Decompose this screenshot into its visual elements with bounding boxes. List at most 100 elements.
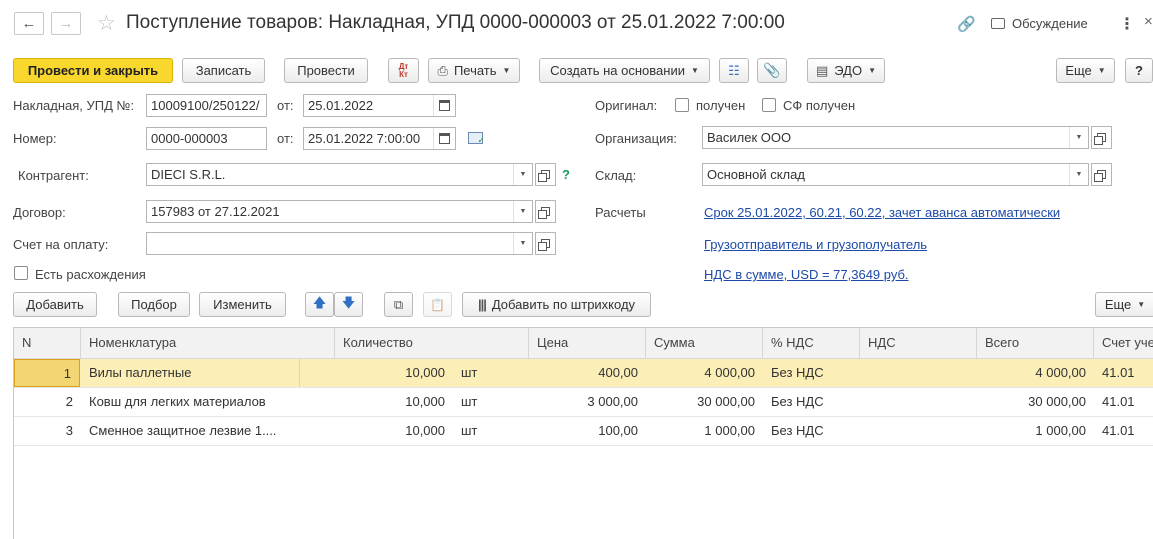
cell-total[interactable]: 1 000,00 xyxy=(977,417,1094,445)
create-based-on-button[interactable]: Создать на основании ▼ xyxy=(539,58,710,83)
shipper-consignee-link[interactable]: Грузоотправитель и грузополучатель xyxy=(704,237,927,252)
warehouse-open-button[interactable] xyxy=(1091,163,1112,186)
cell-n[interactable]: 2 xyxy=(14,388,81,416)
save-button[interactable]: Записать xyxy=(182,58,265,83)
column-header-nomenclature[interactable]: Номенклатура xyxy=(81,328,335,359)
cell-total[interactable]: 4 000,00 xyxy=(977,359,1094,387)
discussion-button[interactable]: Обсуждение xyxy=(991,16,1088,31)
chevron-down-icon[interactable]: ▼ xyxy=(513,233,532,254)
column-header-total[interactable]: Всего xyxy=(977,328,1094,359)
cell-unit[interactable]: шт xyxy=(453,388,529,416)
post-and-close-button[interactable]: Провести и закрыть xyxy=(13,58,173,83)
cell-sum[interactable]: 4 000,00 xyxy=(646,359,763,387)
column-header-vat-rate[interactable]: % НДС xyxy=(763,328,860,359)
attach-button[interactable]: 📎 xyxy=(757,58,787,83)
cell-account[interactable]: 41.01 xyxy=(1094,417,1153,445)
history-icon[interactable]: ✓ xyxy=(468,132,485,145)
cell-account[interactable]: 41.01 xyxy=(1094,359,1153,387)
contract-field[interactable]: 157983 от 27.12.2021 ▼ xyxy=(146,200,533,223)
move-up-button[interactable]: 🡅 xyxy=(305,292,334,317)
table-row[interactable]: 3 Сменное защитное лезвие 1.... 10,000 ш… xyxy=(14,417,1153,446)
number-date-field[interactable]: 25.01.2022 7:00:00 xyxy=(303,127,456,150)
paste-button[interactable]: 📋 xyxy=(423,292,452,317)
link-icon[interactable]: 🔗 xyxy=(957,15,976,33)
payment-invoice-open-button[interactable] xyxy=(535,232,556,255)
more-button[interactable]: Еще ▼ xyxy=(1056,58,1115,83)
contractor-open-button[interactable] xyxy=(535,163,556,186)
cell-account[interactable]: 41.01 xyxy=(1094,388,1153,416)
add-by-barcode-button[interactable]: ||| Добавить по штрихкоду xyxy=(462,292,651,317)
structure-button[interactable]: ☷ xyxy=(719,58,749,83)
sf-received-checkbox[interactable] xyxy=(762,98,776,112)
calendar-button[interactable] xyxy=(433,128,455,149)
discrepancy-checkbox[interactable] xyxy=(14,266,28,280)
post-button[interactable]: Провести xyxy=(284,58,368,83)
cell-vat-rate[interactable]: Без НДС xyxy=(763,388,860,416)
copy-button[interactable]: ⧉ xyxy=(384,292,413,317)
warehouse-field[interactable]: Основной склад ▼ xyxy=(702,163,1089,186)
close-icon[interactable]: × xyxy=(1144,13,1153,30)
cell-nomenclature[interactable]: Сменное защитное лезвие 1.... xyxy=(81,417,335,445)
cell-total[interactable]: 30 000,00 xyxy=(977,388,1094,416)
table-row[interactable]: 1 Вилы паллетные 10,000 шт 400,00 4 000,… xyxy=(14,359,1153,388)
cell-vat-rate[interactable]: Без НДС xyxy=(763,417,860,445)
cell-sum[interactable]: 1 000,00 xyxy=(646,417,763,445)
column-header-account[interactable]: Счет уче xyxy=(1094,328,1153,359)
cell-vat[interactable] xyxy=(860,388,977,416)
cell-quantity[interactable]: 10,000 xyxy=(335,359,453,387)
favorite-star-icon[interactable]: ☆ xyxy=(97,11,116,36)
column-header-quantity[interactable]: Количество xyxy=(335,328,529,359)
forward-button[interactable]: → xyxy=(51,12,81,35)
cell-vat[interactable] xyxy=(860,417,977,445)
cell-vat-rate[interactable]: Без НДС xyxy=(763,359,860,387)
chevron-down-icon[interactable]: ▼ xyxy=(513,164,532,185)
chevron-down-icon[interactable]: ▼ xyxy=(1069,164,1088,185)
number-field[interactable]: 0000-000003 xyxy=(146,127,267,150)
cell-unit[interactable]: шт xyxy=(453,417,529,445)
cell-unit[interactable]: шт xyxy=(453,359,529,387)
table-more-button[interactable]: Еще ▼ xyxy=(1095,292,1153,317)
contractor-help-icon[interactable]: ? xyxy=(562,167,570,182)
move-down-button[interactable]: 🡇 xyxy=(334,292,363,317)
original-received-checkbox[interactable] xyxy=(675,98,689,112)
cell-sum[interactable]: 30 000,00 xyxy=(646,388,763,416)
cell-price[interactable]: 400,00 xyxy=(529,359,646,387)
help-button[interactable]: ? xyxy=(1125,58,1153,83)
edo-button[interactable]: ▤ ЭДО ▼ xyxy=(807,58,885,83)
column-header-vat[interactable]: НДС xyxy=(860,328,977,359)
cell-price[interactable]: 100,00 xyxy=(529,417,646,445)
cell-price[interactable]: 3 000,00 xyxy=(529,388,646,416)
table-row[interactable]: 2 Ковш для легких материалов 10,000 шт 3… xyxy=(14,388,1153,417)
change-button[interactable]: Изменить xyxy=(199,292,286,317)
dt-kt-button[interactable]: Дт Кт xyxy=(388,58,419,83)
back-button[interactable]: ← xyxy=(14,12,44,35)
organization-open-button[interactable] xyxy=(1091,126,1112,149)
chevron-down-icon[interactable]: ▼ xyxy=(513,201,532,222)
cell-quantity[interactable]: 10,000 xyxy=(335,417,453,445)
cell-n[interactable]: 1 xyxy=(14,359,80,387)
chevron-down-icon[interactable]: ▼ xyxy=(1069,127,1088,148)
settlements-link[interactable]: Срок 25.01.2022, 60.21, 60.22, зачет ава… xyxy=(704,205,1060,220)
cell-nomenclature[interactable]: Ковш для легких материалов xyxy=(81,388,335,416)
payment-invoice-field[interactable]: ▼ xyxy=(146,232,533,255)
cell-characteristic[interactable] xyxy=(299,359,335,387)
calendar-button[interactable] xyxy=(433,95,455,116)
print-button[interactable]: ⎙ Печать ▼ xyxy=(428,58,520,83)
cell-nomenclature[interactable]: Вилы паллетные xyxy=(81,359,299,387)
column-header-sum[interactable]: Сумма xyxy=(646,328,763,359)
more-menu-icon[interactable]: ⋮ xyxy=(1119,14,1135,34)
column-header-n[interactable]: N xyxy=(14,328,81,359)
organization-field[interactable]: Василек ООО ▼ xyxy=(702,126,1089,149)
cell-vat[interactable] xyxy=(860,359,977,387)
contract-open-button[interactable] xyxy=(535,200,556,223)
invoice-date-field[interactable]: 25.01.2022 xyxy=(303,94,456,117)
contractor-field[interactable]: DIECI S.R.L. ▼ xyxy=(146,163,533,186)
column-header-price[interactable]: Цена xyxy=(529,328,646,359)
cell-n[interactable]: 3 xyxy=(14,417,81,445)
cell-quantity[interactable]: 10,000 xyxy=(335,388,453,416)
pick-button[interactable]: Подбор xyxy=(118,292,190,317)
add-row-button[interactable]: Добавить xyxy=(13,292,97,317)
vat-amount-link[interactable]: НДС в сумме, USD = 77,3649 руб. xyxy=(704,267,909,282)
invoice-number-field[interactable]: 10009100/250122/ xyxy=(146,94,267,117)
goods-table[interactable]: N Номенклатура Количество Цена Сумма % Н… xyxy=(13,327,1153,539)
